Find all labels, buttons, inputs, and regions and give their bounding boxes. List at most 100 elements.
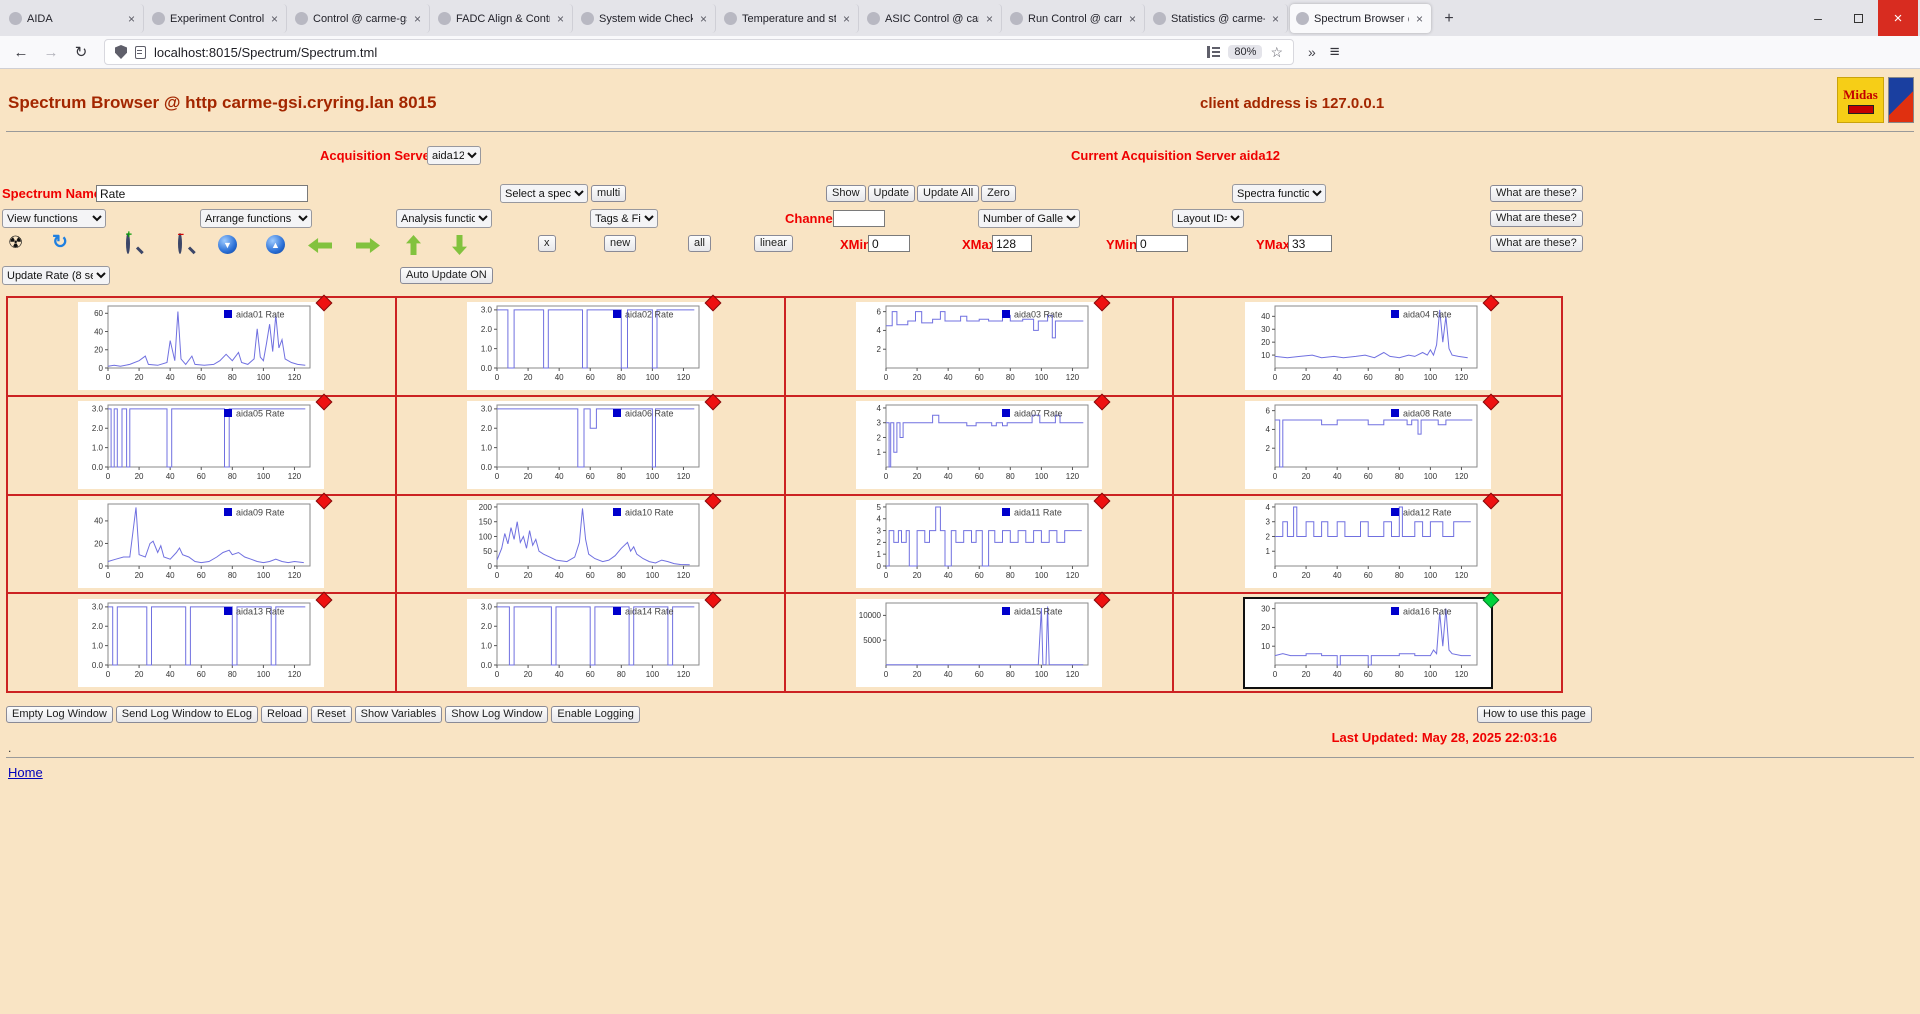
spectrum-chart-aida14[interactable]: 0.01.02.03.0020406080100120aida14 Rate <box>467 599 713 687</box>
spectrum-chart-aida01[interactable]: 0204060020406080100120aida01 Rate <box>78 302 324 390</box>
gallery-cell-aida11[interactable]: 012345020406080100120aida11 Rate <box>785 495 1174 594</box>
tab-close-icon[interactable]: × <box>1270 12 1281 26</box>
tags-fits-dropdown[interactable]: Tags & Fits <box>590 209 658 228</box>
new-button[interactable]: new <box>604 235 636 252</box>
tab-close-icon[interactable]: × <box>269 12 280 26</box>
send-log-window-to-elog-button[interactable]: Send Log Window to ELog <box>116 706 258 723</box>
forward-button[interactable]: → <box>38 39 64 65</box>
scroll-down-icon[interactable]: ▼ <box>218 235 237 254</box>
view-functions-dropdown[interactable]: View functions <box>2 209 106 228</box>
spectrum-chart-aida15[interactable]: 500010000020406080100120aida15 Rate <box>856 599 1102 687</box>
browser-tab-10[interactable]: Spectrum Browser @ × <box>1290 4 1431 33</box>
select-spectrum-dropdown[interactable]: Select a spectrum <box>500 184 588 203</box>
tab-close-icon[interactable]: × <box>841 12 852 26</box>
gallery-cell-aida13[interactable]: 0.01.02.03.0020406080100120aida13 Rate <box>7 593 396 692</box>
url-text[interactable]: localhost:8015/Spectrum/Spectrum.tml <box>154 45 1199 60</box>
spectrum-chart-aida05[interactable]: 0.01.02.03.0020406080100120aida05 Rate <box>78 401 324 489</box>
tab-close-icon[interactable]: × <box>126 12 137 26</box>
zero-button[interactable]: Zero <box>981 185 1016 202</box>
update-all-button[interactable]: Update All <box>917 185 979 202</box>
browser-tab-1[interactable]: AIDA × <box>3 4 144 33</box>
gallery-cell-aida16[interactable]: 102030020406080100120aida16 Rate <box>1173 593 1562 692</box>
channel-input[interactable] <box>833 210 885 227</box>
enable-logging-button[interactable]: Enable Logging <box>551 706 639 723</box>
hamburger-menu-icon[interactable]: ≡ <box>1324 42 1346 62</box>
what-are-these-button-1[interactable]: What are these? <box>1490 185 1583 202</box>
zoom-in-icon[interactable]: + <box>126 235 130 252</box>
spectrum-chart-aida07[interactable]: 1234020406080100120aida07 Rate <box>856 401 1102 489</box>
spectrum-chart-aida12[interactable]: 1234020406080100120aida12 Rate <box>1245 500 1491 588</box>
ymax-input[interactable] <box>1288 235 1332 252</box>
window-maximize-button[interactable] <box>1838 0 1878 36</box>
overflow-chevron-icon[interactable]: » <box>1304 44 1320 60</box>
browser-tab-5[interactable]: System wide Checks × <box>575 4 716 33</box>
show-log-window-button[interactable]: Show Log Window <box>445 706 548 723</box>
gallery-cell-aida07[interactable]: 1234020406080100120aida07 Rate <box>785 396 1174 495</box>
multi-button[interactable]: multi <box>591 185 626 202</box>
tab-close-icon[interactable]: × <box>984 12 995 26</box>
layout-id-dropdown[interactable]: Layout ID=1 <box>1172 209 1244 228</box>
update-button[interactable]: Update <box>868 185 915 202</box>
gallery-cell-aida02[interactable]: 0.01.02.03.0020406080100120aida02 Rate <box>396 297 785 396</box>
window-close-button[interactable]: × <box>1878 0 1918 36</box>
spectrum-chart-aida04[interactable]: 10203040020406080100120aida04 Rate <box>1245 302 1491 390</box>
shield-icon[interactable] <box>115 45 127 59</box>
browser-tab-4[interactable]: FADC Align & Control × <box>432 4 573 33</box>
spectrum-chart-aida02[interactable]: 0.01.02.03.0020406080100120aida02 Rate <box>467 302 713 390</box>
ymin-input[interactable] <box>1136 235 1188 252</box>
browser-tab-2[interactable]: Experiment Control @ c × <box>146 4 287 33</box>
all-button[interactable]: all <box>688 235 711 252</box>
update-rate-dropdown[interactable]: Update Rate (8 secs) <box>2 266 110 285</box>
tab-close-icon[interactable]: × <box>412 12 423 26</box>
reset-button[interactable]: Reset <box>311 706 352 723</box>
reader-mode-icon[interactable] <box>1207 46 1220 58</box>
spectrum-chart-aida03[interactable]: 246020406080100120aida03 Rate <box>856 302 1102 390</box>
linear-button[interactable]: linear <box>754 235 793 252</box>
gallery-cell-aida12[interactable]: 1234020406080100120aida12 Rate <box>1173 495 1562 594</box>
number-of-galleries-dropdown[interactable]: Number of Galleries <box>978 209 1080 228</box>
reload-button[interactable]: ↻ <box>68 39 94 65</box>
back-button[interactable]: ← <box>8 39 34 65</box>
spectrum-chart-aida10[interactable]: 050100150200020406080100120aida10 Rate <box>467 500 713 588</box>
empty-log-window-button[interactable]: Empty Log Window <box>6 706 113 723</box>
refresh-icon[interactable]: ↻ <box>52 233 68 253</box>
x-axis-button[interactable]: x <box>538 235 556 252</box>
spectrum-chart-aida09[interactable]: 02040020406080100120aida09 Rate <box>78 500 324 588</box>
gallery-cell-aida03[interactable]: 246020406080100120aida03 Rate <box>785 297 1174 396</box>
gallery-cell-aida10[interactable]: 050100150200020406080100120aida10 Rate <box>396 495 785 594</box>
spectrum-chart-aida11[interactable]: 012345020406080100120aida11 Rate <box>856 500 1102 588</box>
scroll-up-icon[interactable]: ▲ <box>266 235 285 254</box>
site-info-icon[interactable] <box>135 46 146 59</box>
spectrum-chart-aida08[interactable]: 246020406080100120aida08 Rate <box>1245 401 1491 489</box>
analysis-functions-dropdown[interactable]: Analysis functions <box>396 209 492 228</box>
zoom-out-icon[interactable]: − <box>178 235 182 252</box>
xmax-input[interactable] <box>992 235 1032 252</box>
what-are-these-button-2[interactable]: What are these? <box>1490 210 1583 227</box>
spectrum-chart-aida06[interactable]: 0.01.02.03.0020406080100120aida06 Rate <box>467 401 713 489</box>
tab-close-icon[interactable]: × <box>698 12 709 26</box>
spectrum-name-input[interactable] <box>96 185 308 202</box>
gallery-cell-aida06[interactable]: 0.01.02.03.0020406080100120aida06 Rate <box>396 396 785 495</box>
pan-up-icon[interactable] <box>406 235 421 255</box>
show-variables-button[interactable]: Show Variables <box>355 706 443 723</box>
browser-tab-9[interactable]: Statistics @ carme-g × <box>1147 4 1288 33</box>
what-are-these-button-3[interactable]: What are these? <box>1490 235 1583 252</box>
tab-close-icon[interactable]: × <box>1414 12 1425 26</box>
arrange-functions-dropdown[interactable]: Arrange functions <box>200 209 312 228</box>
acquisition-server-select[interactable]: aida12 <box>427 146 481 165</box>
gallery-cell-aida04[interactable]: 10203040020406080100120aida04 Rate <box>1173 297 1562 396</box>
tab-close-icon[interactable]: × <box>555 12 566 26</box>
url-bar[interactable]: localhost:8015/Spectrum/Spectrum.tml 80%… <box>104 39 1294 65</box>
gallery-cell-aida01[interactable]: 0204060020406080100120aida01 Rate <box>7 297 396 396</box>
auto-update-button[interactable]: Auto Update ON <box>400 267 493 284</box>
browser-tab-7[interactable]: ASIC Control @ carm × <box>861 4 1002 33</box>
tab-close-icon[interactable]: × <box>1127 12 1138 26</box>
spectra-functions-dropdown[interactable]: Spectra functions <box>1232 184 1326 203</box>
bookmark-star-icon[interactable]: ☆ <box>1270 44 1283 61</box>
how-to-use-button[interactable]: How to use this page <box>1477 706 1592 723</box>
spectrum-chart-aida16[interactable]: 102030020406080100120aida16 Rate <box>1245 599 1491 687</box>
pan-left-icon[interactable] <box>308 238 332 253</box>
reload-button[interactable]: Reload <box>261 706 308 723</box>
pan-right-icon[interactable] <box>356 238 380 253</box>
gallery-cell-aida08[interactable]: 246020406080100120aida08 Rate <box>1173 396 1562 495</box>
